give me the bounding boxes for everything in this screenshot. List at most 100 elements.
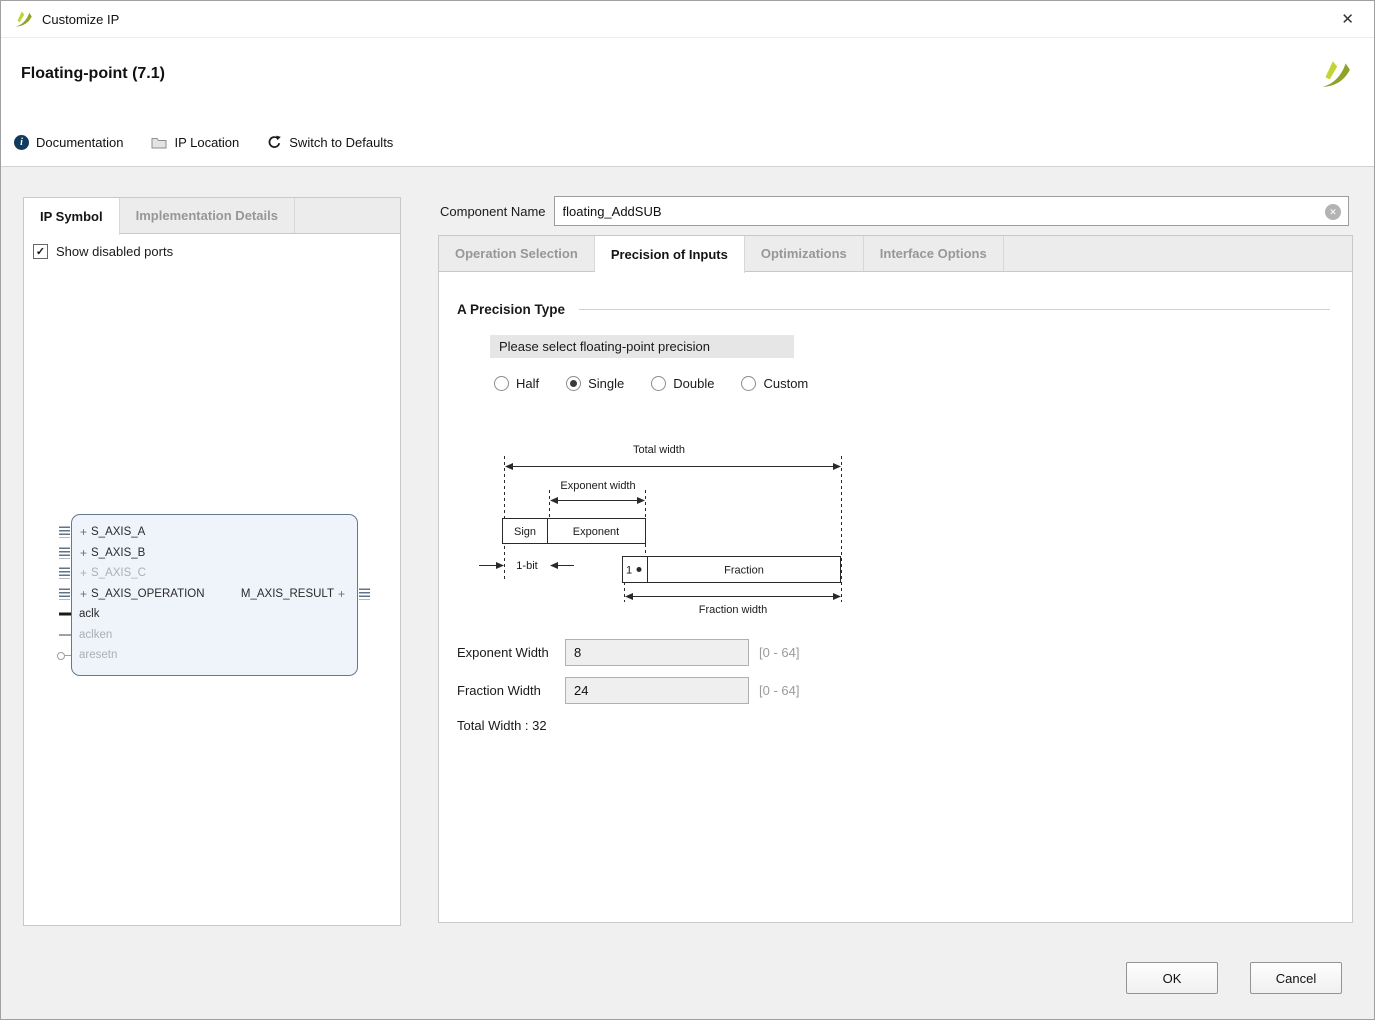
toolbar: i Documentation IP Location Switch to De… <box>14 128 393 156</box>
close-icon[interactable]: ✕ <box>1333 8 1362 30</box>
port-name: aclk <box>76 608 99 620</box>
port-row-aclk: aclk <box>72 604 357 625</box>
hidden-one-label: 1 <box>626 565 632 577</box>
total-width-text: Total Width : 32 <box>457 718 547 733</box>
fraction-width-input[interactable] <box>565 677 749 704</box>
main-tab-bar: Operation Selection Precision of Inputs … <box>438 235 1353 271</box>
precision-prompt-label: Please select floating-point precision <box>490 335 794 358</box>
tab-implementation-details[interactable]: Implementation Details <box>120 198 295 233</box>
tab-precision-of-inputs[interactable]: Precision of Inputs <box>595 236 745 273</box>
radio-label: Single <box>588 376 624 391</box>
tab-interface-options[interactable]: Interface Options <box>864 236 1004 271</box>
documentation-button[interactable]: i Documentation <box>14 135 123 150</box>
port-name: M_AXIS_RESULT <box>241 588 334 600</box>
interface-pin-icon <box>359 588 370 599</box>
total-width-label: Total width <box>633 444 685 456</box>
fraction-width-field-label: Fraction Width <box>457 683 565 698</box>
port-name: aclken <box>76 629 112 641</box>
expand-icon[interactable]: + <box>76 525 91 539</box>
dialog-top-zone: Customize IP ✕ Floating-point (7.1) i Do… <box>1 1 1374 167</box>
radio-circle-icon[interactable] <box>494 376 509 391</box>
switch-to-defaults-button[interactable]: Switch to Defaults <box>267 135 393 150</box>
fraction-width-row: Fraction Width [0 - 64] <box>457 676 799 705</box>
info-icon: i <box>14 135 29 150</box>
ip-location-button[interactable]: IP Location <box>151 135 239 150</box>
interface-pin-icon <box>59 547 70 558</box>
tab-optimizations[interactable]: Optimizations <box>745 236 864 271</box>
folder-icon <box>151 136 167 149</box>
expand-icon[interactable]: + <box>76 587 91 601</box>
signal-pin-icon <box>59 634 71 636</box>
port-row-aclken: aclken <box>72 625 357 646</box>
ip-symbol-panel: ✓ Show disabled ports + S_AXIS_A + S_AXI… <box>23 233 401 926</box>
xilinx-logo-icon <box>13 9 33 29</box>
section-rule <box>579 309 1330 310</box>
clear-icon[interactable]: ✕ <box>1325 204 1341 220</box>
one-bit-label: 1-bit <box>516 560 537 572</box>
tab-operation-selection[interactable]: Operation Selection <box>439 236 595 271</box>
interface-pin-icon <box>59 527 70 538</box>
expand-icon[interactable]: + <box>76 566 91 580</box>
port-row-m-axis-result: M_AXIS_RESULT + <box>241 587 349 601</box>
radio-label: Custom <box>763 376 808 391</box>
width-fields: Exponent Width [0 - 64] Fraction Width [… <box>457 638 799 714</box>
show-disabled-ports-label: Show disabled ports <box>56 244 173 259</box>
sign-box-label: Sign <box>514 526 536 538</box>
page-title: Floating-point (7.1) <box>21 65 165 83</box>
exponent-width-input[interactable] <box>565 639 749 666</box>
section-head: A Precision Type <box>457 302 1330 317</box>
titlebar: Customize IP ✕ <box>1 1 1374 38</box>
radio-circle-icon[interactable] <box>651 376 666 391</box>
component-name-field-wrap: ✕ <box>554 196 1350 226</box>
port-name: S_AXIS_C <box>91 567 146 579</box>
customize-ip-dialog: Customize IP ✕ Floating-point (7.1) i Do… <box>0 0 1375 1020</box>
ok-button[interactable]: OK <box>1126 962 1218 994</box>
component-name-input[interactable] <box>555 197 1349 225</box>
expand-icon[interactable]: + <box>76 546 91 560</box>
expand-icon[interactable]: + <box>334 587 349 601</box>
fraction-box-label: Fraction <box>724 565 764 577</box>
component-name-label: Component Name <box>440 204 546 219</box>
radio-custom[interactable]: Custom <box>741 376 808 391</box>
checkbox-checked-icon[interactable]: ✓ <box>33 244 48 259</box>
radio-double[interactable]: Double <box>651 376 714 391</box>
precision-of-inputs-panel: A Precision Type Please select floating-… <box>438 271 1353 923</box>
radio-label: Half <box>516 376 539 391</box>
port-row-s-axis-c: + S_AXIS_C <box>72 563 357 584</box>
documentation-label: Documentation <box>36 135 123 150</box>
ip-location-label: IP Location <box>174 135 239 150</box>
port-row-s-axis-operation: + S_AXIS_OPERATION M_AXIS_RESULT + <box>72 584 357 605</box>
radio-circle-icon[interactable] <box>741 376 756 391</box>
precision-format-diagram: Total width Exponent width Sign Exponent… <box>467 440 862 620</box>
switch-to-defaults-label: Switch to Defaults <box>289 135 393 150</box>
precision-radio-group: Half Single Double Custom <box>494 376 808 391</box>
exponent-box-label: Exponent <box>573 526 619 538</box>
exponent-width-label: Exponent width <box>560 480 635 492</box>
port-name: S_AXIS_B <box>91 547 145 559</box>
reset-pin-icon <box>57 651 71 659</box>
port-name: aresetn <box>76 649 117 661</box>
interface-pin-icon <box>59 588 70 599</box>
ip-symbol-block: + S_AXIS_A + S_AXIS_B + S_AXIS_C + S_AXI… <box>71 514 358 676</box>
port-name: S_AXIS_OPERATION <box>91 588 205 600</box>
section-title: A Precision Type <box>457 302 565 317</box>
fraction-width-range: [0 - 64] <box>759 683 799 698</box>
refresh-icon <box>267 135 282 150</box>
port-name: S_AXIS_A <box>91 526 145 538</box>
left-tab-bar: IP Symbol Implementation Details <box>23 197 401 233</box>
exponent-width-range: [0 - 64] <box>759 645 799 660</box>
port-row-s-axis-b: + S_AXIS_B <box>72 543 357 564</box>
radio-selected-icon[interactable] <box>566 376 581 391</box>
xilinx-logo <box>1318 57 1352 91</box>
cancel-button[interactable]: Cancel <box>1250 962 1342 994</box>
radio-half[interactable]: Half <box>494 376 539 391</box>
component-name-row: Component Name ✕ <box>440 195 1349 227</box>
radio-single[interactable]: Single <box>566 376 624 391</box>
port-row-s-axis-a: + S_AXIS_A <box>72 522 357 543</box>
interface-pin-icon <box>59 568 70 579</box>
fraction-width-label: Fraction width <box>699 604 767 616</box>
window-title: Customize IP <box>42 12 119 27</box>
tab-ip-symbol[interactable]: IP Symbol <box>24 198 120 235</box>
show-disabled-ports-checkbox[interactable]: ✓ Show disabled ports <box>33 244 173 259</box>
clock-pin-icon <box>59 613 71 616</box>
